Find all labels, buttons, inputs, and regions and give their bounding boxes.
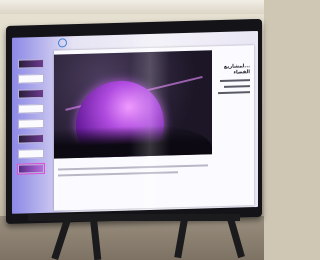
slide-thumbnail[interactable] [18, 103, 44, 114]
slide-thumbnail[interactable] [18, 73, 44, 84]
text-line [220, 79, 250, 83]
slide-thumbnail[interactable] [18, 58, 44, 69]
interactive-display: ...لمشاريع الفضاء [6, 18, 262, 224]
slide-thumbnail[interactable] [18, 148, 44, 159]
slide-thumbnail[interactable] [17, 162, 45, 175]
stand-crossbar [28, 214, 240, 221]
slide-title: ...لمشاريع الفضاء [223, 63, 250, 76]
text-line [224, 85, 250, 88]
glare [130, 33, 170, 211]
slide-thumbnail[interactable] [18, 118, 44, 129]
ceiling [0, 0, 264, 14]
slide-text-block: ...لمشاريع الفضاء [216, 63, 250, 124]
slide-thumbnail-pane [16, 51, 50, 202]
slide-thumbnail[interactable] [18, 88, 44, 99]
text-line [218, 91, 250, 95]
display-screen: ...لمشاريع الفضاء [12, 30, 258, 214]
slide-thumbnail[interactable] [18, 133, 44, 144]
cloud-sync-icon[interactable] [58, 38, 67, 48]
